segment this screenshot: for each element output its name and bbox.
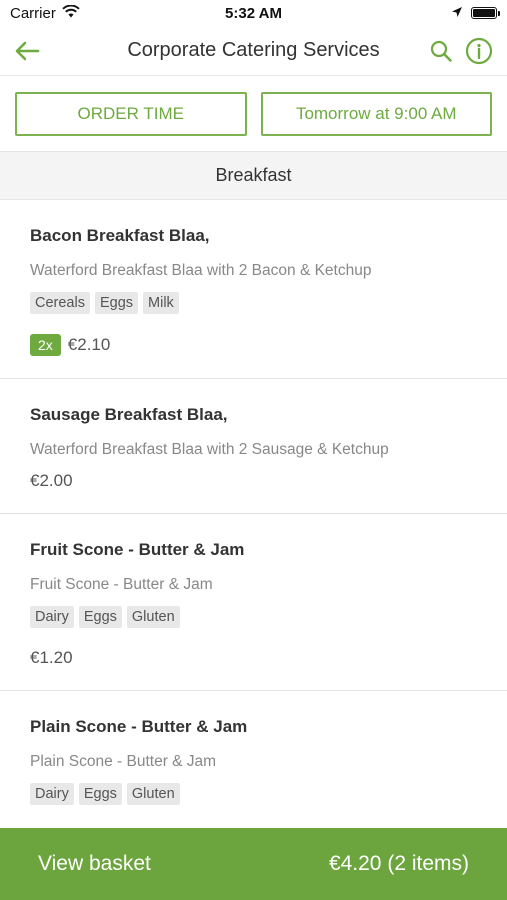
item-price: €2.10 — [67, 335, 111, 354]
view-basket-button[interactable]: View basket €4.20 (2 items) — [0, 828, 507, 900]
carrier-label: Carrier — [10, 4, 56, 22]
nav-bar: Corporate Catering Services — [0, 26, 507, 76]
back-arrow-icon[interactable] — [14, 41, 40, 61]
quantity-badge: 2x — [30, 334, 61, 356]
allergen-tags: Dairy Eggs Gluten — [30, 783, 477, 805]
allergen-tag: Eggs — [94, 292, 139, 314]
order-time-value-button[interactable]: Tomorrow at 9:00 AM — [260, 92, 492, 136]
allergen-tag: Eggs — [78, 606, 122, 628]
item-description: Waterford Breakfast Blaa with 2 Bacon & … — [30, 262, 372, 279]
price-row: 2x €2.10 — [30, 334, 477, 356]
location-arrow-icon — [451, 5, 463, 22]
allergen-tag: Gluten — [126, 783, 180, 805]
item-name: Sausage Breakfast Blaa, — [30, 405, 228, 424]
basket-summary: €4.20 (2 items) — [328, 852, 469, 875]
menu-item[interactable]: Plain Scone - Butter & Jam Plain Scone -… — [0, 691, 507, 828]
item-description: Fruit Scone - Butter & Jam — [30, 576, 213, 593]
order-time-button[interactable]: ORDER TIME — [15, 92, 247, 136]
menu-list: Bacon Breakfast Blaa, Waterford Breakfas… — [0, 200, 507, 828]
menu-item[interactable]: Fruit Scone - Butter & Jam Fruit Scone -… — [0, 514, 507, 691]
item-description: Waterford Breakfast Blaa with 2 Sausage … — [30, 441, 389, 458]
info-icon[interactable] — [465, 37, 493, 65]
battery-icon — [471, 7, 500, 19]
allergen-tag: Dairy — [30, 783, 74, 805]
allergen-tag: Gluten — [126, 606, 180, 628]
allergen-tag: Milk — [143, 292, 179, 314]
basket-label: View basket — [38, 852, 151, 875]
search-icon[interactable] — [429, 39, 453, 63]
price-row: €2.00 — [30, 471, 477, 491]
price-row: €1.20 — [30, 648, 477, 668]
status-right — [451, 5, 500, 22]
allergen-tag: Dairy — [30, 606, 74, 628]
item-name: Plain Scone - Butter & Jam — [30, 717, 248, 736]
item-name: Bacon Breakfast Blaa, — [30, 226, 210, 245]
item-price: €1.20 — [30, 648, 73, 667]
status-bar: Carrier 5:32 AM — [0, 0, 507, 26]
allergen-tag: Cereals — [30, 292, 90, 314]
order-time-bar: ORDER TIME Tomorrow at 9:00 AM — [0, 77, 507, 152]
allergen-tags: Cereals Eggs Milk — [30, 292, 477, 314]
status-left: Carrier — [10, 4, 80, 22]
menu-item[interactable]: Bacon Breakfast Blaa, Waterford Breakfas… — [0, 200, 507, 379]
item-description: Plain Scone - Butter & Jam — [30, 753, 217, 770]
allergen-tag: Eggs — [78, 783, 122, 805]
wifi-icon — [62, 4, 80, 22]
item-price: €2.00 — [30, 471, 73, 490]
menu-item[interactable]: Sausage Breakfast Blaa, Waterford Breakf… — [0, 379, 507, 514]
nav-actions — [429, 37, 493, 65]
allergen-tags: Dairy Eggs Gluten — [30, 606, 477, 628]
item-name: Fruit Scone - Butter & Jam — [30, 540, 245, 559]
section-header-breakfast: Breakfast — [0, 152, 507, 200]
